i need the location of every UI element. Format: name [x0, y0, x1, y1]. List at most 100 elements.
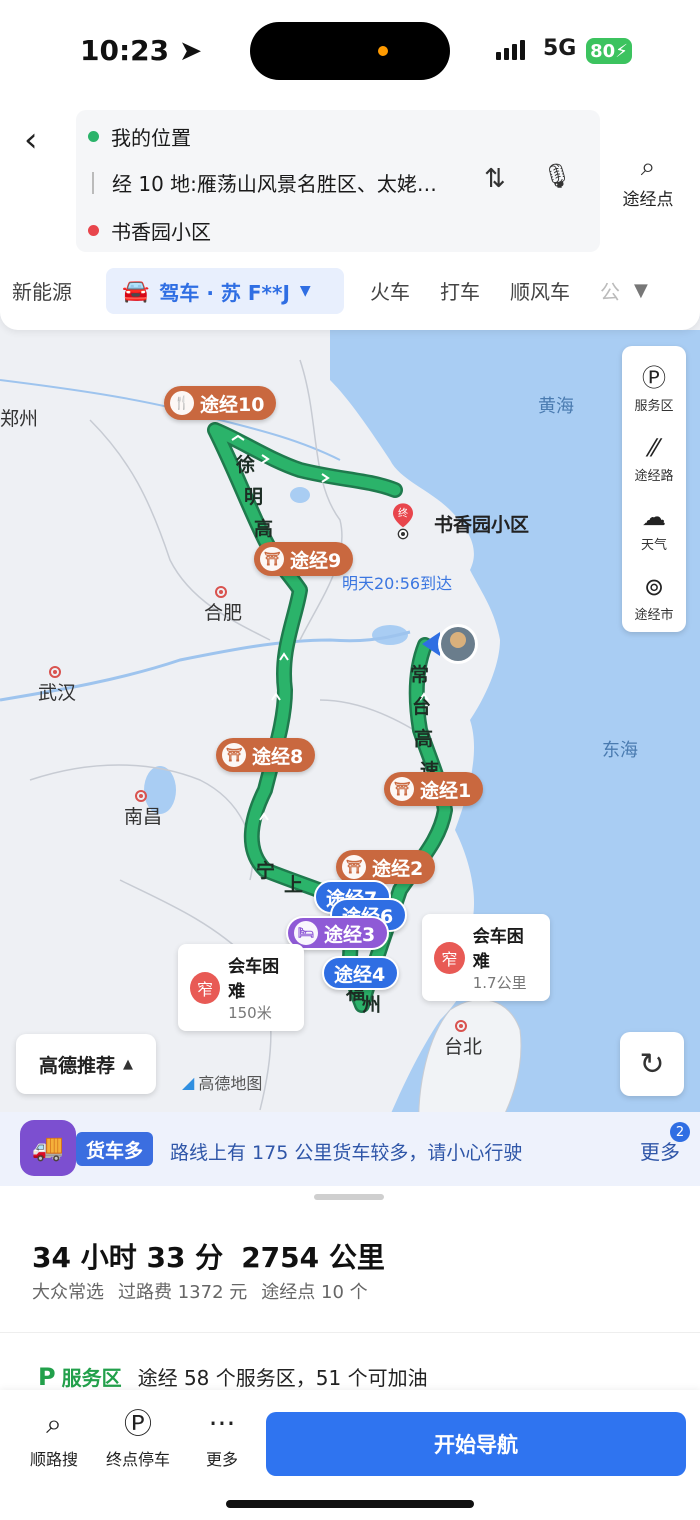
city-marker-icon: [215, 586, 227, 598]
swap-icon: ⇅: [484, 164, 506, 194]
waypoint-8-marker[interactable]: ⛩ 途经8: [216, 738, 316, 772]
service-area-button[interactable]: Ⓟ 服务区: [622, 354, 686, 424]
status-time: 10:23 ➤: [80, 34, 203, 67]
parking-icon: Ⓟ: [123, 1407, 152, 1440]
destination-pin-icon[interactable]: 终: [386, 502, 420, 542]
parking-icon: P: [38, 1362, 56, 1391]
narrow-road-warning[interactable]: 窄 会车困难 150米: [178, 944, 304, 1031]
route-roads-button[interactable]: ⁄⁄ 途经路: [622, 424, 686, 494]
cloud-icon: ☁: [642, 503, 666, 532]
tab-driving[interactable]: 🚘 驾车 · 苏 F**J ▼: [106, 268, 344, 314]
back-button[interactable]: ‹: [24, 120, 38, 160]
city-marker-icon: [135, 790, 147, 802]
more-button[interactable]: ··· 更多: [182, 1406, 262, 1470]
waypoint-4-marker[interactable]: 途经4: [322, 956, 400, 990]
amap-logo-icon: ◢: [182, 1072, 195, 1092]
waypoint-3-marker[interactable]: 🛏 途经3: [286, 916, 390, 950]
parking-icon: Ⓟ: [642, 364, 666, 393]
truck-message: 路线上有 175 公里货车较多，请小心行驶: [170, 1142, 523, 1164]
city-zhengzhou: 郑州: [0, 408, 39, 430]
refresh-button[interactable]: ↻: [620, 1032, 684, 1096]
eta-label: 明天20:56到达: [342, 574, 453, 593]
dynamic-island: [250, 22, 450, 80]
road-label: 高: [414, 728, 434, 750]
status-bar: 10:23 ➤ 5G 80 ⚡: [0, 0, 700, 100]
waypoint-2-marker[interactable]: ⛩ 途经2: [336, 850, 436, 884]
hotel-icon: 🛏: [294, 921, 318, 945]
tab-train[interactable]: 火车: [370, 276, 410, 305]
city-nanchang: 南昌: [124, 790, 162, 829]
tab-bus[interactable]: 公: [600, 276, 620, 305]
narrow-road-warning[interactable]: 窄 会车困难 1.7公里: [422, 914, 550, 1001]
truck-notice-banner[interactable]: 🚚 货车多 路线上有 175 公里货车较多，请小心行驶 更多 2: [0, 1112, 700, 1186]
tab-carpool[interactable]: 顺风车: [510, 276, 570, 305]
service-area-summary[interactable]: P 服务区 途经 58 个服务区，51 个可加油: [38, 1362, 428, 1391]
destination-parking-button[interactable]: Ⓟ 终点停车: [98, 1406, 178, 1470]
waypoint-10-marker[interactable]: 🍴 途经10: [164, 386, 277, 420]
more-tabs-button[interactable]: ▼: [634, 280, 648, 301]
origin-dot-icon: [88, 131, 99, 142]
route-cities-button[interactable]: ⊚ 途经市: [622, 563, 686, 633]
map-side-toolbar: Ⓟ 服务区 ⁄⁄ 途经路 ☁ 天气 ⊚ 途经市: [622, 346, 686, 632]
warning-title: 会车困难: [472, 927, 524, 972]
waypoint-9-marker[interactable]: ⛩ 途经9: [254, 542, 354, 576]
recommend-button[interactable]: 高德推荐 ▲: [16, 1034, 156, 1094]
road-label: 上: [284, 874, 304, 896]
start-navigation-button[interactable]: 开始导航: [266, 1412, 686, 1476]
sea-label-east: 东海: [602, 740, 638, 761]
voice-button[interactable]: 🎙: [542, 162, 572, 190]
truck-tag: 货车多: [76, 1132, 154, 1166]
notice-count-badge: 2: [670, 1122, 690, 1142]
bottom-action-bar: ⌕ 顺路搜 Ⓟ 终点停车 ··· 更多 开始导航: [0, 1390, 700, 1520]
tab-taxi[interactable]: 打车: [440, 276, 480, 305]
swap-button[interactable]: ⇅: [484, 164, 506, 194]
landmark-icon: ⛩: [342, 855, 366, 879]
microphone-icon: 🎙: [542, 162, 573, 190]
landmark-icon: ⛩: [390, 777, 414, 801]
search-icon: ⌕: [640, 152, 656, 182]
car-icon: 🚘: [122, 278, 150, 304]
via-point-button[interactable]: ⌕ 途经点: [616, 152, 680, 210]
road-label: 高: [254, 518, 274, 540]
sea-label-yellow: 黄海: [538, 396, 574, 417]
city-hefei: 合肥: [204, 586, 242, 625]
route-header-panel: 10:23 ➤ 5G 80 ⚡ ‹ 我的位置 经 10 地:雁荡山风景名胜区、太姥…: [0, 0, 700, 330]
caret-down-icon: ▼: [299, 283, 311, 299]
home-indicator[interactable]: [226, 1500, 474, 1508]
road-label: 明: [244, 486, 264, 508]
via-field[interactable]: 经 10 地:雁荡山风景名胜区、太姥…: [88, 168, 437, 197]
city-marker-icon: [49, 666, 61, 678]
origin-field[interactable]: 我的位置: [88, 122, 191, 151]
destination-badge: 终: [398, 507, 408, 520]
narrow-road-icon: 窄: [190, 971, 221, 1004]
signal-icon: [496, 40, 525, 60]
tab-new-energy[interactable]: 新能源: [12, 276, 72, 305]
search-along-route-button[interactable]: ⌕ 顺路搜: [14, 1406, 94, 1470]
sheet-handle[interactable]: [314, 1194, 384, 1200]
amap-logo: ◢ 高德地图: [182, 1072, 263, 1094]
route-details: 大众常选 过路费 1372 元途经点 10 个: [32, 1282, 368, 1303]
caret-up-icon: ▲: [123, 1056, 133, 1072]
route-summary: 34 小时 33 分 2754 公里: [32, 1241, 385, 1274]
warning-title: 会车困难: [228, 957, 280, 1002]
current-location-icon[interactable]: [418, 622, 480, 668]
narrow-road-icon: 窄: [434, 941, 465, 974]
road-label: 台: [412, 696, 432, 718]
location-arrow-icon: ➤: [178, 34, 203, 67]
road-label: 宁: [256, 860, 276, 882]
landmark-icon: ⛩: [222, 743, 246, 767]
road-icon: ⁄⁄: [649, 433, 658, 462]
waypoint-1-marker[interactable]: ⛩ 途经1: [384, 772, 484, 806]
destination-field[interactable]: 书香园小区: [88, 216, 211, 245]
warning-distance: 1.7公里: [472, 974, 527, 992]
warning-distance: 150米: [228, 1004, 272, 1022]
city-marker-icon: [455, 1020, 467, 1032]
chevron-down-icon: ▼: [634, 280, 648, 301]
battery-icon: 80 ⚡: [586, 38, 632, 64]
chevron-left-icon: ‹: [24, 120, 38, 160]
route-input-box: 我的位置 经 10 地:雁荡山风景名胜区、太姥… 书香园小区 ⇅ 🎙: [76, 110, 600, 252]
road-label: 州: [362, 994, 382, 1016]
weather-button[interactable]: ☁ 天气: [622, 493, 686, 563]
city-pin-icon: ⊚: [643, 572, 665, 601]
refresh-icon: ↻: [639, 1046, 665, 1082]
